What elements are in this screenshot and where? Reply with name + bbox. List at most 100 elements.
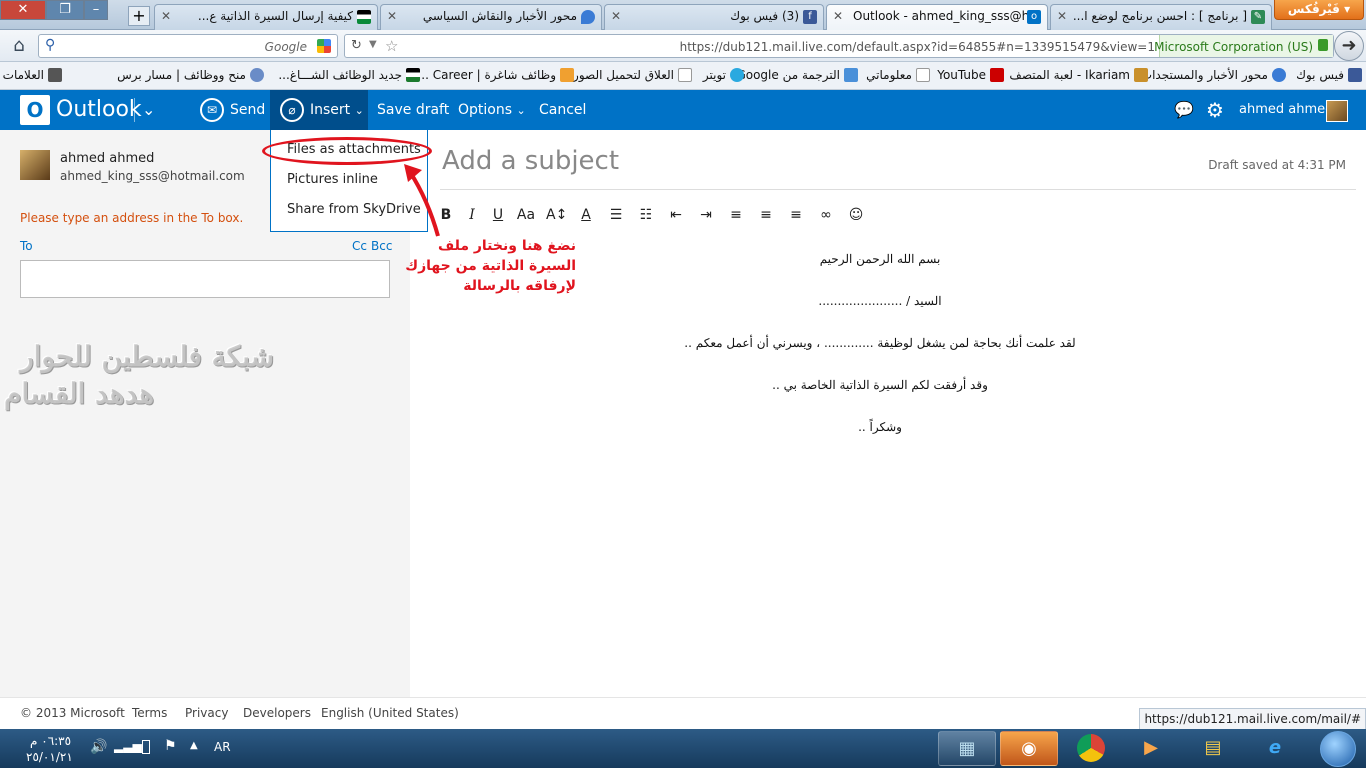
firefox-menu-button[interactable]: فَيْرفُكس ▾ bbox=[1274, 0, 1364, 20]
bookmark-info[interactable]: معلوماتي bbox=[866, 68, 930, 82]
taskbar-explorer[interactable]: ▤ bbox=[1184, 731, 1242, 766]
tab-close-icon[interactable]: ✕ bbox=[833, 5, 843, 27]
dropdown-icon[interactable]: ▼ bbox=[369, 39, 377, 50]
body-line[interactable]: وقد أرفقت لكم السيرة الذاتية الخاصة بي .… bbox=[440, 378, 1320, 392]
reload-icon[interactable]: ↻ bbox=[351, 38, 362, 53]
star-icon bbox=[48, 68, 62, 82]
start-button[interactable] bbox=[1320, 731, 1356, 767]
bookmarks-toolbar: فيس بوك محور الأخبار والمستجدات Ikariam … bbox=[0, 62, 1366, 90]
window-minimize-button[interactable]: – bbox=[84, 0, 108, 20]
bookmark-news[interactable]: محور الأخبار والمستجدات bbox=[1141, 68, 1286, 82]
bookmark-star-icon[interactable]: ☆ bbox=[385, 37, 398, 55]
tab-close-icon[interactable]: ✕ bbox=[161, 5, 171, 27]
draft-status: Draft saved at 4:31 PM bbox=[1208, 158, 1346, 172]
underline-icon[interactable]: U bbox=[488, 205, 508, 225]
link-icon[interactable]: ∞ bbox=[816, 205, 836, 225]
footer-link-developers[interactable]: Developers bbox=[243, 706, 311, 720]
new-tab-button[interactable]: + bbox=[128, 6, 150, 26]
user-name[interactable]: ahmed ahmed bbox=[1239, 90, 1333, 130]
watermark: شبكة فلسطين للحوار هدهد القسام bbox=[0, 340, 300, 410]
tab-software-forum[interactable]: ✕ [ برنامج ] : احسن برنامج لوضع ا... ✎ bbox=[1050, 4, 1272, 30]
taskbar-control-panel[interactable]: ▦ bbox=[938, 731, 996, 766]
taskbar-internet-explorer[interactable]: e bbox=[1246, 731, 1304, 766]
tab-outlook[interactable]: ✕ Outlook - ahmed_king_sss@hot o bbox=[826, 4, 1048, 31]
search-box[interactable]: ⚲ Google bbox=[38, 34, 338, 58]
network-icon[interactable]: ▂▃▅ bbox=[114, 739, 142, 753]
send-button[interactable]: ✉ Send bbox=[200, 90, 265, 130]
tab-close-icon[interactable]: ✕ bbox=[611, 5, 621, 27]
clock-date[interactable]: ٢٥/٠١/٢١ bbox=[26, 750, 73, 764]
volume-icon[interactable]: 🔊 bbox=[90, 739, 107, 755]
show-hidden-icons[interactable]: ▲ bbox=[190, 740, 198, 751]
gear-icon[interactable]: ⚙ bbox=[1206, 90, 1224, 130]
bcc-link[interactable]: Bcc bbox=[371, 239, 392, 253]
tab-politics-forum[interactable]: ✕ محور الأخبار والنقاش السياسي bbox=[380, 4, 602, 30]
bookmark-translate[interactable]: الترجمة من Google bbox=[736, 68, 858, 82]
tab-facebook[interactable]: ✕ (3) فيس بوك f bbox=[604, 4, 824, 30]
cancel-button[interactable]: Cancel bbox=[539, 90, 586, 130]
forward-button[interactable]: ➜ bbox=[1334, 31, 1364, 61]
tab-title: [ برنامج ] : احسن برنامج لوضع ا... bbox=[1072, 9, 1247, 23]
font-color-icon[interactable]: A bbox=[576, 205, 596, 225]
clock-time[interactable]: ٠٦:٣٥ م bbox=[30, 734, 71, 748]
bookmark-image-upload[interactable]: العلاق لتحميل الصور bbox=[573, 68, 692, 82]
bookmark-grants[interactable]: منح ووظائف | مسار برس bbox=[117, 68, 264, 82]
align-center-icon[interactable]: ≡ bbox=[756, 205, 776, 225]
footer-link-privacy[interactable]: Privacy bbox=[185, 706, 228, 720]
footer-link-language[interactable]: English (United States) bbox=[321, 706, 459, 720]
tab-cv-article[interactable]: ✕ كيفية إرسال السيرة الذاتية ع... bbox=[154, 4, 378, 30]
battery-icon[interactable] bbox=[142, 740, 150, 754]
taskbar-chrome[interactable] bbox=[1062, 731, 1120, 766]
options-button[interactable]: Options ⌄ bbox=[458, 90, 526, 130]
bookmark-careers[interactable]: وظائف شاغرة | Career ... bbox=[417, 68, 574, 82]
tab-close-icon[interactable]: ✕ bbox=[387, 5, 397, 27]
italic-icon[interactable]: I bbox=[462, 205, 482, 225]
google-icon[interactable] bbox=[317, 39, 331, 53]
emoticon-icon[interactable]: ☺ bbox=[846, 205, 866, 225]
cc-link[interactable]: Cc bbox=[352, 239, 367, 253]
sender-avatar bbox=[20, 150, 50, 180]
bookmark-facebook[interactable]: فيس بوك bbox=[1296, 68, 1362, 82]
align-right-icon[interactable]: ≡ bbox=[786, 205, 806, 225]
bookmark-twitter[interactable]: تويتر bbox=[703, 68, 744, 82]
font-size-icon[interactable]: A↕ bbox=[546, 205, 567, 225]
numbered-list-icon[interactable]: ☰ bbox=[606, 205, 626, 225]
save-draft-button[interactable]: Save draft bbox=[377, 90, 449, 130]
address-bar[interactable]: ↻ ▼ ☆ https://dub121.mail.live.com/defau… bbox=[344, 34, 1334, 58]
indent-icon[interactable]: ⇥ bbox=[696, 205, 716, 225]
footer-link-terms[interactable]: Terms bbox=[132, 706, 167, 720]
window-close-button[interactable]: ✕ bbox=[0, 0, 46, 20]
outlook-logo[interactable]: O Outlook bbox=[20, 90, 142, 130]
bookmark-new-jobs[interactable]: جديد الوظائف الشـــاغ... bbox=[278, 68, 420, 82]
window-restore-button[interactable]: ❐ bbox=[46, 0, 84, 20]
home-icon[interactable]: ⌂ bbox=[8, 35, 30, 57]
to-error-message: Please type an address in the To box. bbox=[20, 211, 244, 225]
menu-item-pictures-inline[interactable]: Pictures inline bbox=[287, 172, 378, 187]
body-line[interactable]: السيد / ...................... bbox=[440, 294, 1320, 308]
site-identity[interactable]: Microsoft Corporation (US) bbox=[1154, 35, 1333, 57]
bookmark-ikariam[interactable]: Ikariam - لعبة المتصف bbox=[1009, 68, 1148, 82]
bullet-list-icon[interactable]: ☷ bbox=[636, 205, 656, 225]
taskbar-media-player[interactable]: ▶ bbox=[1122, 731, 1180, 766]
firefox-menu-label: فَيْرفُكس bbox=[1287, 2, 1340, 16]
avatar[interactable] bbox=[1326, 100, 1348, 122]
subject-input[interactable]: Add a subject bbox=[442, 146, 619, 176]
chevron-down-icon[interactable]: ⌄ bbox=[142, 90, 155, 130]
header-divider bbox=[134, 98, 135, 122]
tab-close-icon[interactable]: ✕ bbox=[1057, 5, 1067, 27]
messenger-icon[interactable]: 💬 bbox=[1174, 90, 1194, 130]
action-center-flag-icon[interactable]: ⚑ bbox=[164, 738, 177, 754]
lock-icon bbox=[1318, 39, 1328, 51]
taskbar-firefox[interactable]: ◉ bbox=[1000, 731, 1058, 766]
align-left-icon[interactable]: ≡ bbox=[726, 205, 746, 225]
to-field[interactable] bbox=[20, 260, 390, 298]
body-line[interactable]: وشكراً .. bbox=[440, 420, 1320, 434]
outdent-icon[interactable]: ⇤ bbox=[666, 205, 686, 225]
font-icon[interactable]: Aa bbox=[516, 205, 536, 225]
body-line[interactable]: لقد علمت أنك بحاجة لمن يشغل لوظيفة .....… bbox=[440, 336, 1320, 350]
bookmark-label: تويتر bbox=[702, 68, 726, 82]
language-indicator[interactable]: AR bbox=[214, 740, 231, 754]
bookmark-youtube[interactable]: YouTube bbox=[937, 68, 1004, 82]
insert-button[interactable]: ⌀ Insert ⌄ bbox=[270, 90, 368, 130]
bookmarks-menu[interactable]: العلامات bbox=[3, 68, 62, 82]
